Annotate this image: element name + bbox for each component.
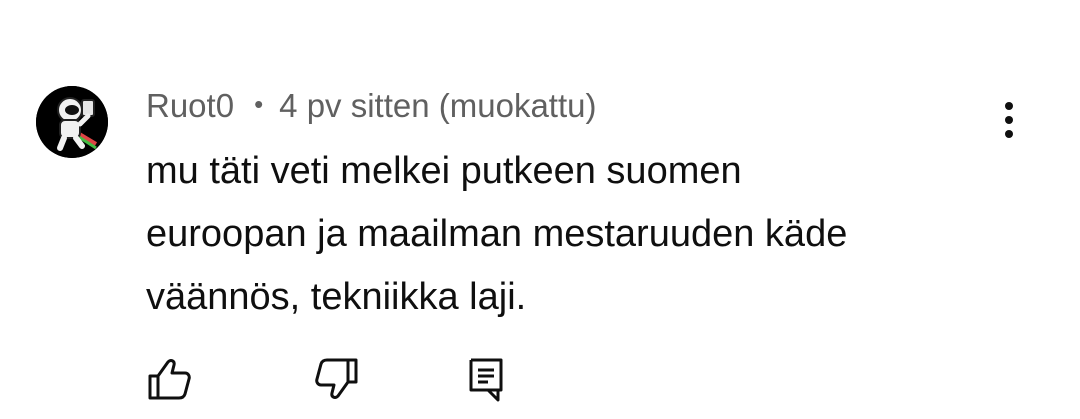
reply-button[interactable] (466, 356, 514, 402)
comment-meta: Ruot0 • 4 pv sitten (muokattu) (146, 84, 596, 128)
comment-reply-icon (469, 358, 503, 402)
astronaut-avatar-icon (36, 86, 108, 158)
comment-item: Ruot0 • 4 pv sitten (muokattu) mu täti v… (0, 0, 1080, 419)
thumbs-up-icon (148, 359, 191, 400)
comment-text: mu täti veti melkei putkeen suomen euroo… (146, 150, 848, 318)
comment-timestamp: 4 pv sitten (muokattu) (279, 87, 597, 124)
meta-separator: • (254, 88, 264, 119)
like-button[interactable] (146, 356, 194, 402)
thumbs-down-icon (315, 358, 358, 399)
comment-menu-button[interactable] (992, 98, 1026, 142)
dislike-button[interactable] (312, 356, 360, 402)
author-avatar[interactable] (36, 86, 108, 158)
author-name[interactable]: Ruot0 (146, 87, 234, 125)
more-vertical-icon (1005, 102, 1013, 138)
